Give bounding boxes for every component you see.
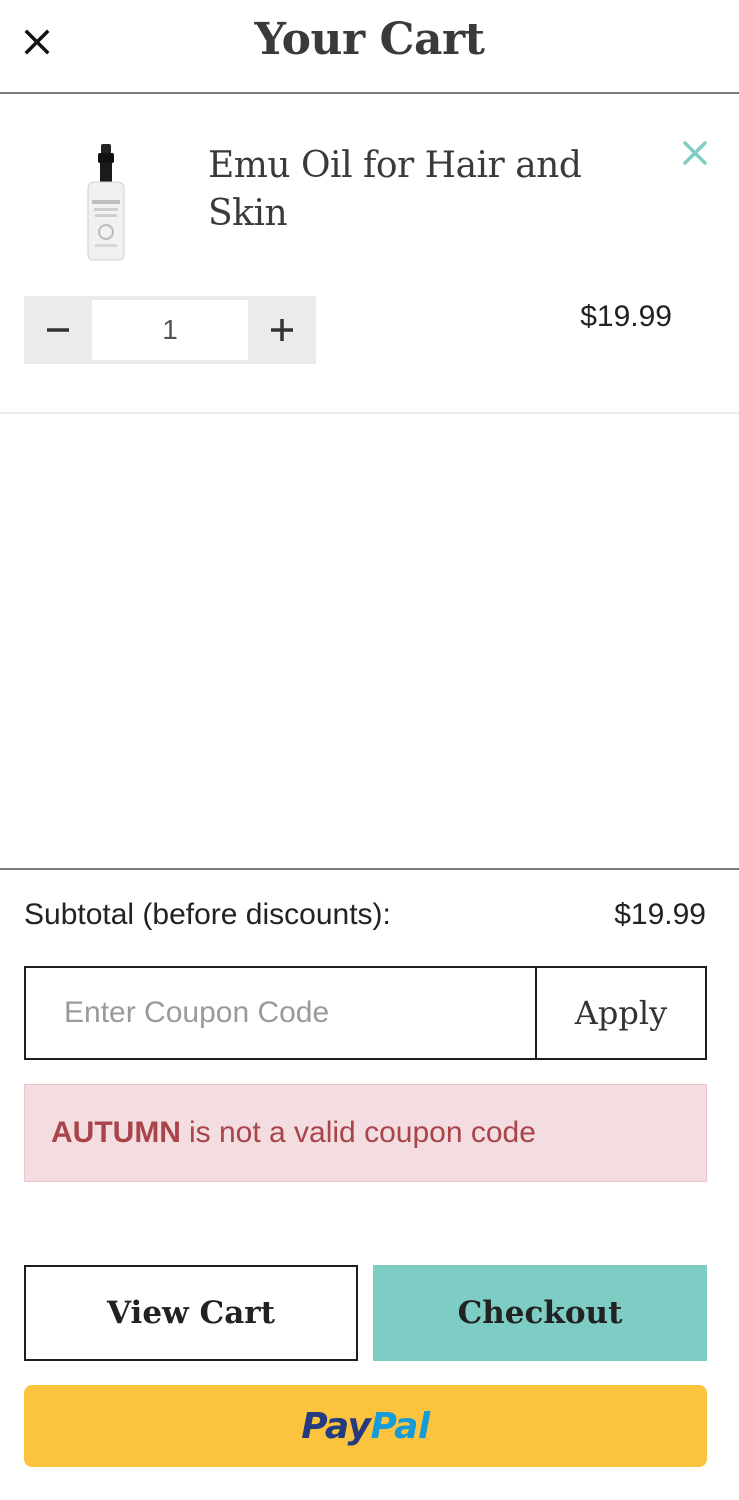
remove-item-button[interactable]	[676, 134, 714, 172]
view-cart-button[interactable]: View Cart	[24, 1265, 358, 1361]
page-title: Your Cart	[254, 14, 485, 65]
paypal-button[interactable]: PayPal	[24, 1385, 707, 1467]
plus-icon	[271, 319, 293, 341]
cart-header: Your Cart	[0, 0, 739, 94]
checkout-button[interactable]: Checkout	[373, 1265, 707, 1361]
paypal-logo: PayPal	[301, 1405, 431, 1447]
close-icon	[683, 141, 707, 165]
quantity-input[interactable]: 1	[92, 300, 248, 360]
coupon-error-alert: AUTUMN is not a valid coupon code	[24, 1084, 707, 1182]
apply-coupon-button[interactable]: Apply	[535, 968, 705, 1058]
coupon-form: Apply	[24, 966, 707, 1060]
spray-bottle-image	[87, 144, 125, 261]
item-price: $19.99	[580, 300, 672, 333]
subtotal-value: $19.99	[614, 898, 706, 931]
cart-item: Emu Oil for Hair and Skin 1 $19.99	[0, 96, 739, 414]
coupon-code-text: AUTUMN	[51, 1116, 181, 1149]
subtotal-label: Subtotal (before discounts):	[24, 898, 391, 931]
increase-quantity-button[interactable]	[248, 296, 316, 364]
cart-footer-divider	[0, 868, 739, 870]
paypal-logo-pay: Pay	[301, 1405, 371, 1447]
minus-icon	[47, 328, 69, 332]
paypal-logo-pal: Pal	[370, 1405, 431, 1447]
decrease-quantity-button[interactable]	[24, 296, 92, 364]
coupon-error-message: is not a valid coupon code	[188, 1116, 536, 1149]
product-name[interactable]: Emu Oil for Hair and Skin	[208, 142, 628, 238]
coupon-code-input[interactable]	[26, 968, 535, 1058]
quantity-stepper: 1	[24, 296, 316, 364]
